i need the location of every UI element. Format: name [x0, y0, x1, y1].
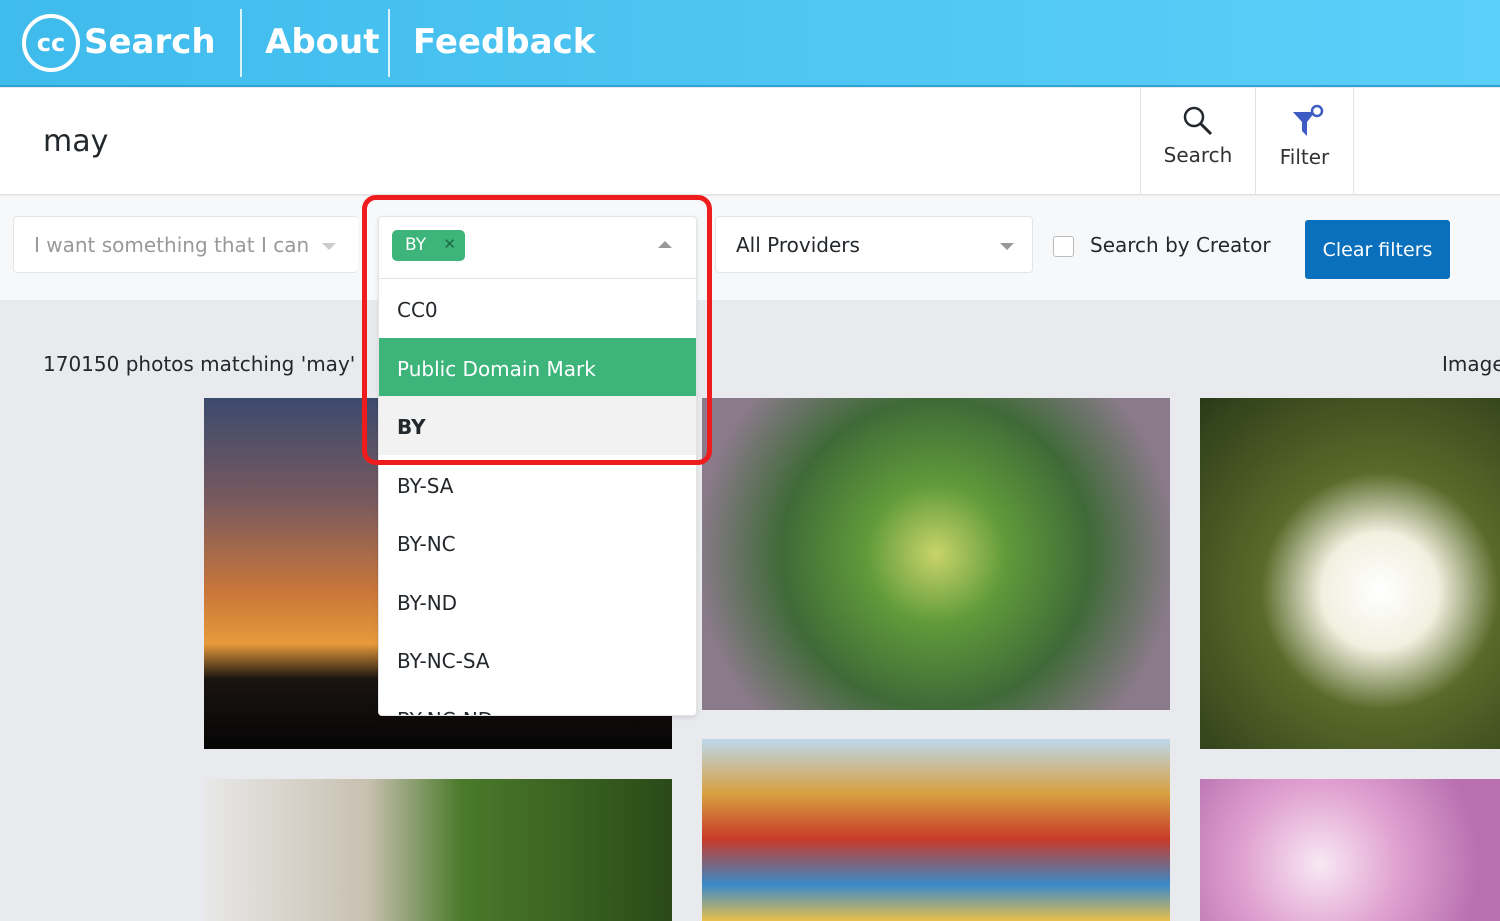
- clear-filters-button[interactable]: Clear filters: [1305, 220, 1450, 279]
- photo-plant[interactable]: [702, 398, 1170, 710]
- logo-text[interactable]: Search: [84, 22, 216, 62]
- filter-label: Filter: [1279, 145, 1330, 169]
- filter-icon: [1292, 104, 1323, 136]
- option-by[interactable]: BY: [379, 396, 696, 455]
- photo-carnival[interactable]: [702, 739, 1170, 921]
- remove-tag-icon[interactable]: ✕: [443, 235, 456, 253]
- nav-feedback[interactable]: Feedback: [413, 22, 595, 62]
- license-dropdown[interactable]: BY ✕ CC0 Public Domain Mark BY BY-SA BY-N…: [378, 216, 697, 716]
- photo-leaves[interactable]: [204, 779, 672, 921]
- cc-logo-icon[interactable]: cc: [22, 14, 80, 72]
- option-by-nc-sa[interactable]: BY-NC-SA: [379, 630, 696, 689]
- chevron-up-icon[interactable]: [658, 241, 672, 248]
- use-select[interactable]: I want something that I can: [13, 216, 358, 273]
- filter-button[interactable]: Filter: [1255, 88, 1354, 195]
- chevron-down-icon: [322, 243, 336, 250]
- use-placeholder: I want something that I can: [34, 232, 310, 257]
- chevron-down-icon: [1000, 243, 1014, 250]
- option-by-nc-nd[interactable]: BY-NC-ND: [379, 689, 696, 716]
- provider-select[interactable]: All Providers: [715, 216, 1033, 273]
- option-by-sa[interactable]: BY-SA: [379, 455, 696, 514]
- creator-checkbox[interactable]: [1053, 236, 1074, 257]
- search-label: Search: [1163, 143, 1233, 167]
- option-by-nc[interactable]: BY-NC: [379, 513, 696, 572]
- image-label: Image: [1442, 352, 1500, 376]
- divider: [240, 9, 242, 77]
- license-select[interactable]: BY ✕: [379, 217, 696, 279]
- photo-flower[interactable]: [1200, 398, 1500, 749]
- photo-pink-flower[interactable]: [1200, 779, 1500, 921]
- search-input[interactable]: may: [43, 124, 108, 159]
- option-public-domain-mark[interactable]: Public Domain Mark: [379, 337, 696, 396]
- search-button[interactable]: Search: [1140, 88, 1255, 195]
- results-count: 170150 photos matching 'may': [43, 352, 356, 376]
- search-icon: [1183, 106, 1213, 136]
- license-tag-label: BY: [405, 235, 427, 255]
- provider-value: All Providers: [736, 232, 860, 257]
- nav-about[interactable]: About: [265, 22, 379, 62]
- license-tag: BY ✕: [392, 230, 465, 261]
- divider: [388, 9, 390, 77]
- option-by-nd[interactable]: BY-ND: [379, 572, 696, 631]
- top-nav: cc Search About Feedback: [0, 0, 1500, 87]
- creator-label: Search by Creator: [1090, 233, 1271, 257]
- option-cc0[interactable]: CC0: [379, 279, 696, 338]
